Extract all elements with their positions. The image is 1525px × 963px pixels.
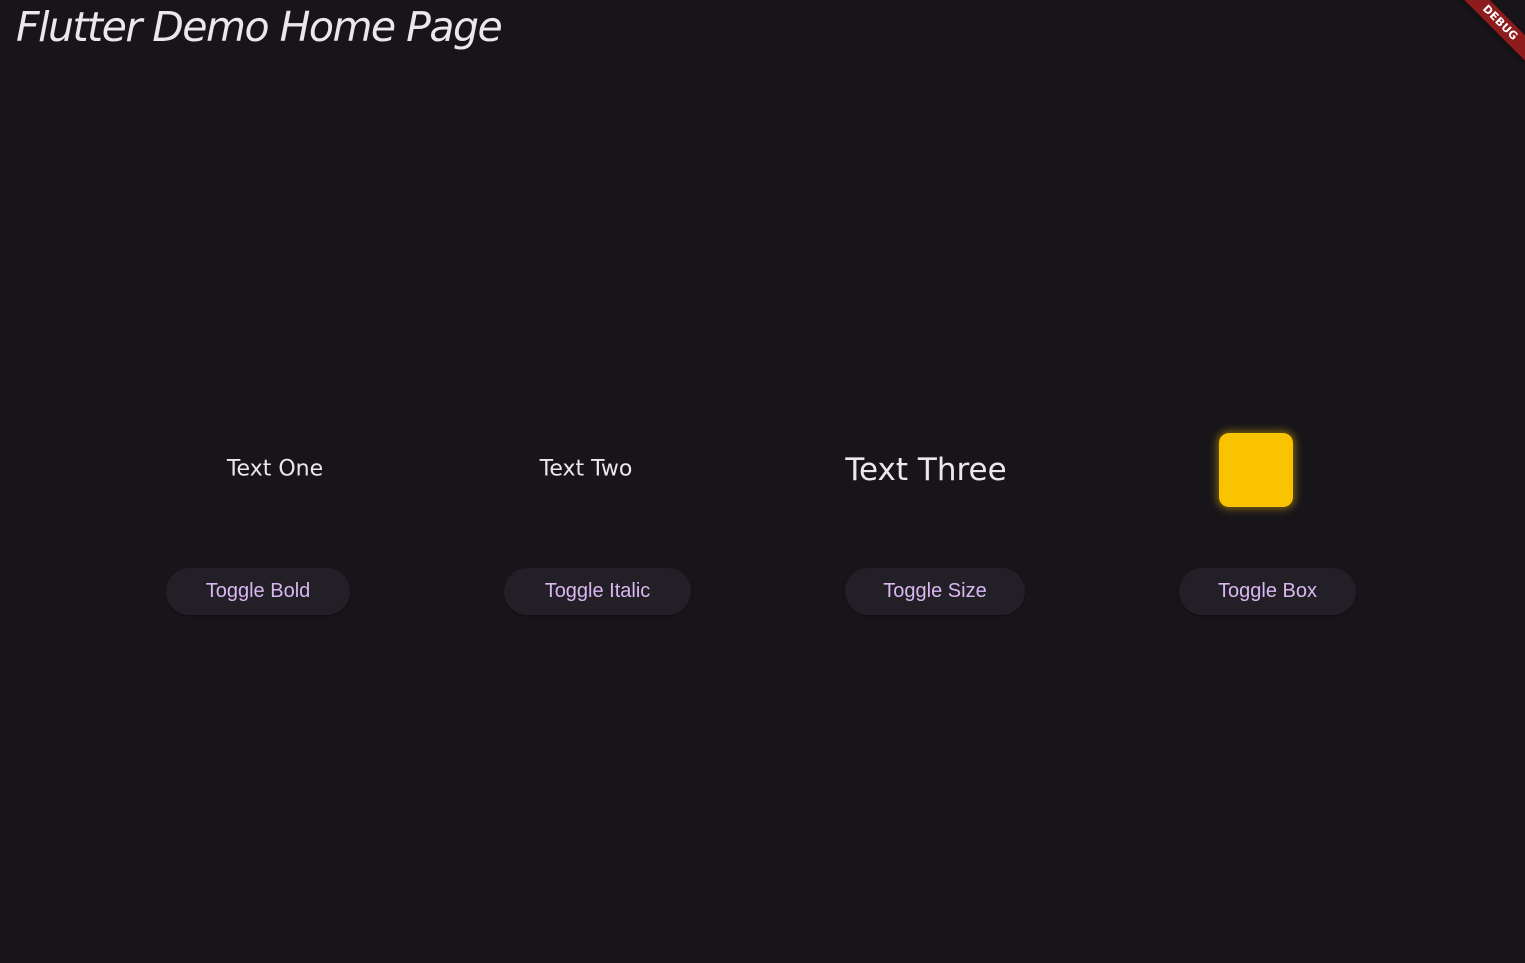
- debug-banner: DEBUG: [1455, 0, 1525, 70]
- toggle-box-button[interactable]: Toggle Box: [1179, 568, 1356, 615]
- debug-banner-label: DEBUG: [1455, 0, 1525, 69]
- toggle-italic-button[interactable]: Toggle Italic: [504, 568, 691, 615]
- toggle-size-button[interactable]: Toggle Size: [845, 568, 1025, 615]
- text-two: Text Two: [539, 456, 633, 482]
- text-three: Text Three: [845, 452, 1007, 488]
- app-bar-title: Flutter Demo Home Page: [16, 3, 503, 51]
- text-one: Text One: [226, 456, 324, 482]
- toggle-bold-button[interactable]: Toggle Bold: [166, 568, 350, 615]
- yellow-box: [1219, 433, 1293, 507]
